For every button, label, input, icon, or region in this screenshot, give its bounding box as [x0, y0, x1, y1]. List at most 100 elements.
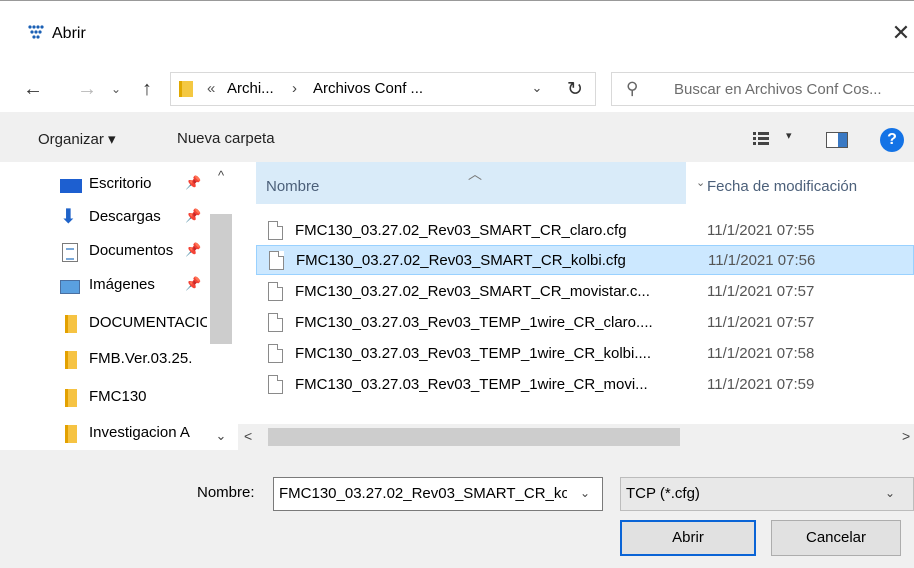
nav-item-label: DOCUMENTACION: [89, 314, 207, 331]
toolbar: Organizar ▾ Nueva carpeta ▾ ?: [0, 112, 914, 162]
address-row: ← → ⌄ ↑ « Archi... › Archivos Conf ... ⌄…: [0, 64, 914, 112]
column-name-label: Nombre: [266, 178, 320, 195]
file-icon: [269, 251, 284, 270]
folder-icon: [65, 389, 77, 407]
close-button[interactable]: ✕: [888, 19, 914, 47]
filename-input[interactable]: FMC130_03.27.02_Rev03_SMART_CR_kolbi.cfg…: [273, 477, 603, 511]
nav-item-investigacion[interactable]: Investigacion A: [60, 418, 230, 450]
file-date: 11/1/2021 07:57: [707, 314, 815, 331]
pin-icon: 📌: [185, 175, 202, 190]
file-icon: [268, 344, 283, 363]
search-icon: ⚲: [626, 79, 639, 98]
view-options-icon[interactable]: [753, 132, 769, 146]
scroll-left-arrow[interactable]: <: [244, 428, 252, 444]
nav-item-label: FMB.Ver.03.25.: [89, 350, 193, 367]
nav-item-escritorio[interactable]: Escritorio 📌: [60, 169, 230, 201]
filename-input-value[interactable]: FMC130_03.27.02_Rev03_SMART_CR_kolbi.cfg: [279, 485, 567, 502]
pin-icon: 📌: [185, 242, 202, 257]
file-name: FMC130_03.27.02_Rev03_SMART_CR_claro.cfg: [295, 222, 627, 239]
column-header-name[interactable]: Nombre ︿: [256, 162, 686, 204]
forward-button[interactable]: →: [74, 76, 100, 102]
nav-scrollbar-thumb[interactable]: [210, 214, 232, 344]
file-icon: [268, 375, 283, 394]
breadcrumb-item[interactable]: Archivos Conf ...: [313, 80, 423, 97]
scroll-down-arrow[interactable]: ⌄: [212, 428, 230, 444]
sort-ascending-icon: ︿: [468, 166, 482, 182]
column-header: Nombre ︿ ⌄ Fecha de modificación: [256, 162, 914, 204]
organize-button[interactable]: Organizar ▾: [38, 130, 116, 148]
nav-item-documentacion[interactable]: DOCUMENTACION: [60, 308, 230, 340]
file-list: Nombre ︿ ⌄ Fecha de modificación FMC130_…: [238, 162, 914, 450]
file-row[interactable]: FMC130_03.27.03_Rev03_TEMP_1wire_CR_kolb…: [256, 339, 914, 369]
file-date: 11/1/2021 07:58: [707, 345, 815, 362]
file-name: FMC130_03.27.03_Rev03_TEMP_1wire_CR_movi…: [295, 376, 648, 393]
file-date: 11/1/2021 07:56: [708, 252, 816, 269]
pictures-icon: [60, 280, 80, 294]
breadcrumb-separator[interactable]: ›: [292, 80, 297, 97]
scroll-up-arrow[interactable]: ^: [212, 168, 230, 183]
file-row[interactable]: FMC130_03.27.03_Rev03_TEMP_1wire_CR_clar…: [256, 308, 914, 338]
desktop-icon: [60, 179, 82, 193]
pin-icon: 📌: [185, 208, 202, 223]
filetype-select[interactable]: TCP (*.cfg) ⌄: [620, 477, 914, 511]
filetype-value: TCP (*.cfg): [626, 485, 700, 502]
file-date: 11/1/2021 07:59: [707, 376, 815, 393]
window-title: Abrir: [52, 25, 86, 42]
horizontal-scrollbar-thumb[interactable]: [268, 428, 680, 446]
scroll-right-arrow[interactable]: >: [902, 428, 910, 444]
new-folder-button[interactable]: Nueva carpeta: [177, 130, 275, 147]
chevron-down-icon[interactable]: ⌄: [527, 80, 547, 96]
folder-icon: [179, 81, 193, 97]
nav-item-label: Documentos: [89, 242, 174, 259]
filename-label: Nombre:: [197, 484, 255, 501]
nav-item-descargas[interactable]: ⬇ Descargas 📌: [60, 202, 230, 234]
nav-item-label: Investigacion A: [89, 424, 190, 441]
file-row-selected[interactable]: FMC130_03.27.02_Rev03_SMART_CR_kolbi.cfg…: [256, 245, 914, 275]
back-button[interactable]: ←: [20, 76, 46, 102]
search-placeholder: Buscar en Archivos Conf Cos...: [674, 81, 882, 98]
chevron-down-icon[interactable]: ⌄: [696, 176, 705, 189]
cancel-button[interactable]: Cancelar: [771, 520, 901, 556]
file-name: FMC130_03.27.02_Rev03_SMART_CR_movistar.…: [295, 283, 650, 300]
nav-item-fmc130[interactable]: FMC130: [60, 382, 230, 414]
caret-down-icon[interactable]: ▾: [786, 129, 792, 142]
dialog-footer: Nombre: FMC130_03.27.02_Rev03_SMART_CR_k…: [0, 450, 914, 568]
help-icon[interactable]: ?: [880, 128, 904, 152]
breadcrumb-item[interactable]: Archi...: [227, 80, 274, 97]
up-button[interactable]: ↑: [134, 76, 160, 102]
file-date: 11/1/2021 07:55: [707, 222, 815, 239]
app-icon: [28, 25, 44, 39]
documents-icon: [62, 243, 78, 262]
column-header-date[interactable]: Fecha de modificación: [707, 178, 857, 195]
chevron-down-icon[interactable]: ⌄: [885, 486, 895, 500]
file-icon: [268, 313, 283, 332]
file-row[interactable]: FMC130_03.27.03_Rev03_TEMP_1wire_CR_movi…: [256, 370, 914, 400]
file-icon: [268, 221, 283, 240]
nav-item-label: FMC130: [89, 388, 147, 405]
file-date: 11/1/2021 07:57: [707, 283, 815, 300]
refresh-icon[interactable]: ↻: [563, 78, 587, 101]
file-row[interactable]: FMC130_03.27.02_Rev03_SMART_CR_movistar.…: [256, 277, 914, 307]
pin-icon: 📌: [185, 276, 202, 291]
file-name: FMC130_03.27.03_Rev03_TEMP_1wire_CR_kolb…: [295, 345, 652, 362]
recent-locations-button[interactable]: ⌄: [108, 76, 124, 102]
preview-pane-icon[interactable]: [826, 132, 848, 148]
nav-item-imagenes[interactable]: Imágenes 📌: [60, 270, 230, 302]
horizontal-scrollbar[interactable]: < >: [238, 424, 914, 450]
address-overflow[interactable]: «: [207, 80, 215, 97]
search-input[interactable]: ⚲ Buscar en Archivos Conf Cos...: [611, 72, 914, 106]
nav-item-fmb[interactable]: FMB.Ver.03.25.: [60, 344, 230, 376]
navigation-pane: Escritorio 📌 ⬇ Descargas 📌 Documentos 📌 …: [0, 162, 238, 450]
folder-icon: [65, 315, 77, 333]
file-row[interactable]: FMC130_03.27.02_Rev03_SMART_CR_claro.cfg…: [256, 216, 914, 246]
file-name: FMC130_03.27.02_Rev03_SMART_CR_kolbi.cfg: [296, 252, 626, 269]
file-icon: [268, 282, 283, 301]
nav-item-documentos[interactable]: Documentos 📌: [60, 236, 230, 268]
address-bar[interactable]: « Archi... › Archivos Conf ... ⌄ ↻: [170, 72, 596, 106]
folder-icon: [65, 351, 77, 369]
download-icon: ⬇: [60, 206, 77, 228]
open-button[interactable]: Abrir: [620, 520, 756, 556]
chevron-down-icon[interactable]: ⌄: [580, 486, 590, 500]
file-name: FMC130_03.27.03_Rev03_TEMP_1wire_CR_clar…: [295, 314, 653, 331]
content-area: Escritorio 📌 ⬇ Descargas 📌 Documentos 📌 …: [0, 162, 914, 450]
